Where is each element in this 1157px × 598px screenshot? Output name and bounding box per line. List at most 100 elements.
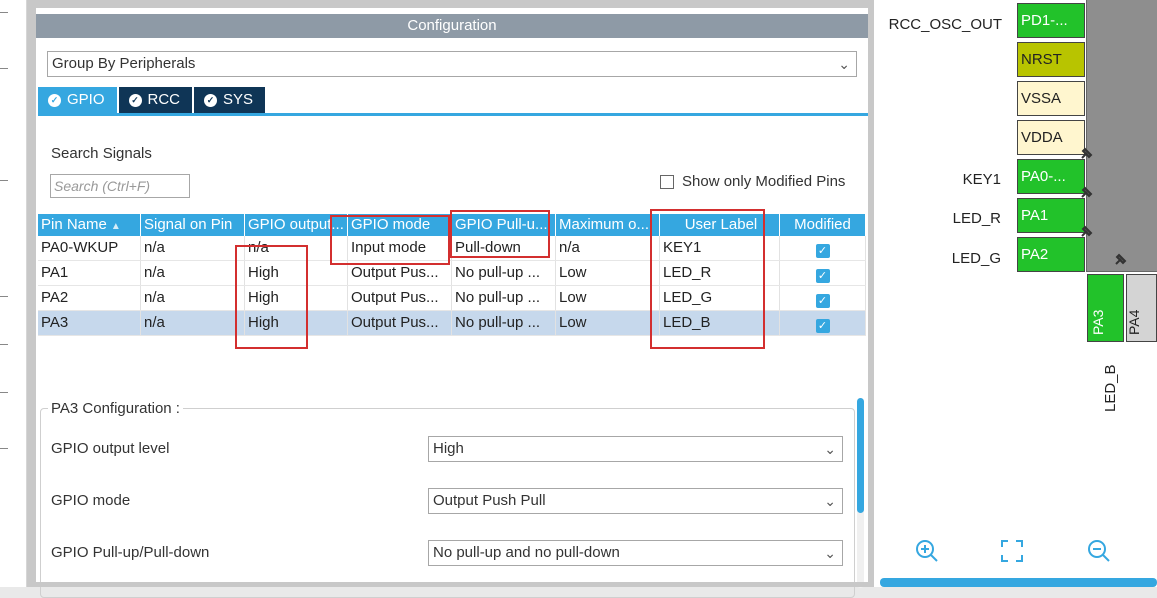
cell-pin: PA0-WKUP <box>38 236 141 260</box>
pin-name: PA4 <box>1125 309 1142 335</box>
check-circle-icon: ✓ <box>128 94 142 107</box>
checkbox-icon <box>660 174 674 189</box>
pushpin-icon <box>1081 147 1093 159</box>
ruler-tick <box>0 392 8 393</box>
select-value: Output Push Pull <box>433 492 546 509</box>
pin-config-legend: PA3 Configuration : <box>48 400 183 417</box>
pin-vssa[interactable]: VSSA <box>1017 81 1085 116</box>
gpio-pull-select[interactable]: No pull-up and no pull-down ⌄ <box>428 540 843 566</box>
ruler-tick <box>0 448 8 449</box>
pin-pa2[interactable]: PA2 <box>1017 237 1085 272</box>
gpio-output-level-select[interactable]: High ⌄ <box>428 436 843 462</box>
tab-label: SYS <box>223 91 254 108</box>
column-header-max-speed[interactable]: Maximum o... <box>556 214 660 236</box>
checkbox-checked-icon: ✓ <box>815 319 830 333</box>
sort-icon: ▲ <box>110 221 121 232</box>
pin-pa3[interactable]: PA3 <box>1087 274 1124 342</box>
select-value: High <box>433 440 464 457</box>
cell-speed: Low <box>556 311 660 335</box>
checkbox-checked-icon: ✓ <box>815 244 830 258</box>
cell-speed: Low <box>556 261 660 285</box>
column-header-signal[interactable]: Signal on Pin <box>141 214 245 236</box>
chevron-down-icon: ⌄ <box>824 441 836 457</box>
chevron-down-icon: ⌄ <box>838 56 850 72</box>
scrollbar-thumb[interactable] <box>857 398 864 513</box>
cell-speed: Low <box>556 286 660 310</box>
cell-modified[interactable]: ✓ <box>780 286 866 310</box>
pin-label-rcc-osc-out: RCC_OSC_OUT <box>888 16 1002 33</box>
pin-pa1[interactable]: PA1 <box>1017 198 1085 233</box>
fit-screen-icon[interactable] <box>999 538 1025 564</box>
checkbox-checked-icon: ✓ <box>815 269 830 283</box>
peripheral-tabs: ✓ GPIO ✓ RCC ✓ SYS <box>38 87 267 113</box>
pinout-scrollbar[interactable] <box>880 578 1157 587</box>
check-circle-icon: ✓ <box>204 94 218 107</box>
pin-label-text: LED_B <box>1102 364 1119 412</box>
cell-mode: Output Pus... <box>348 311 452 335</box>
ruler-tick <box>0 296 8 297</box>
pushpin-icon <box>1081 186 1093 198</box>
highlight-box-user-label <box>650 209 765 349</box>
column-header-label: Pin Name <box>41 216 107 233</box>
cell-modified[interactable]: ✓ <box>780 236 866 260</box>
show-modified-label: Show only Modified Pins <box>682 173 846 190</box>
ruler-tick <box>0 12 8 13</box>
cell-modified[interactable]: ✓ <box>780 261 866 285</box>
tab-sys[interactable]: ✓ SYS <box>194 87 266 113</box>
ruler-tick <box>0 180 8 181</box>
gpio-mode-label: GPIO mode <box>51 492 131 509</box>
pin-pa4[interactable]: PA4 <box>1126 274 1157 342</box>
chevron-down-icon: ⌄ <box>824 493 836 509</box>
cell-pin: PA1 <box>38 261 141 285</box>
panel-top-bar <box>36 0 868 8</box>
configuration-header: Configuration <box>36 14 868 38</box>
tab-label: RCC <box>147 91 181 108</box>
pin-name: PA3 <box>1089 309 1106 335</box>
pin-label-led-b: LED_B <box>1102 352 1123 412</box>
pin-nrst[interactable]: NRST <box>1017 42 1085 77</box>
check-circle-icon: ✓ <box>48 94 61 107</box>
tab-underline <box>38 113 868 116</box>
column-header-modified[interactable]: Modified <box>780 214 866 236</box>
tab-rcc[interactable]: ✓ RCC <box>118 87 193 113</box>
select-value: No pull-up and no pull-down <box>433 544 620 561</box>
cell-signal: n/a <box>141 286 245 310</box>
show-modified-checkbox[interactable]: Show only Modified Pins <box>660 173 845 190</box>
cell-pull: No pull-up ... <box>452 261 556 285</box>
tab-label: GPIO <box>67 91 105 108</box>
pushpin-icon <box>1081 225 1093 237</box>
group-by-value: Group By Peripherals <box>52 55 196 72</box>
cell-pull: No pull-up ... <box>452 286 556 310</box>
gpio-pull-label: GPIO Pull-up/Pull-down <box>51 544 210 561</box>
pin-pa0[interactable]: PA0-... <box>1017 159 1085 194</box>
cell-mode: Output Pus... <box>348 286 452 310</box>
pin-vdda[interactable]: VDDA <box>1017 120 1085 155</box>
cell-modified[interactable]: ✓ <box>780 311 866 335</box>
tab-gpio[interactable]: ✓ GPIO <box>38 87 117 113</box>
highlight-box-output <box>235 245 308 349</box>
cell-pull: No pull-up ... <box>452 311 556 335</box>
cell-pin: PA3 <box>38 311 141 335</box>
left-strip <box>0 0 27 587</box>
chevron-down-icon: ⌄ <box>824 545 836 561</box>
search-signals-label: Search Signals <box>51 145 152 162</box>
highlight-box-mode <box>330 215 450 265</box>
search-input[interactable]: Search (Ctrl+F) <box>50 174 190 198</box>
checkbox-checked-icon: ✓ <box>815 294 830 308</box>
zoom-out-icon[interactable] <box>1086 538 1112 564</box>
cell-pin: PA2 <box>38 286 141 310</box>
zoom-in-icon[interactable] <box>914 538 940 564</box>
column-header-pin-name[interactable]: Pin Name ▲ <box>38 214 141 236</box>
pin-label-key1: KEY1 <box>962 171 1001 188</box>
mcu-chip-body <box>1086 0 1157 272</box>
pushpin-icon <box>1115 253 1127 265</box>
ruler-tick <box>0 344 8 345</box>
cell-signal: n/a <box>141 261 245 285</box>
highlight-box-pull <box>450 210 550 258</box>
cell-speed: n/a <box>556 236 660 260</box>
gpio-mode-select[interactable]: Output Push Pull ⌄ <box>428 488 843 514</box>
ruler-tick <box>0 68 8 69</box>
group-by-dropdown[interactable]: Group By Peripherals ⌄ <box>47 51 857 77</box>
cell-signal: n/a <box>141 311 245 335</box>
pin-pd1[interactable]: PD1-... <box>1017 3 1085 38</box>
